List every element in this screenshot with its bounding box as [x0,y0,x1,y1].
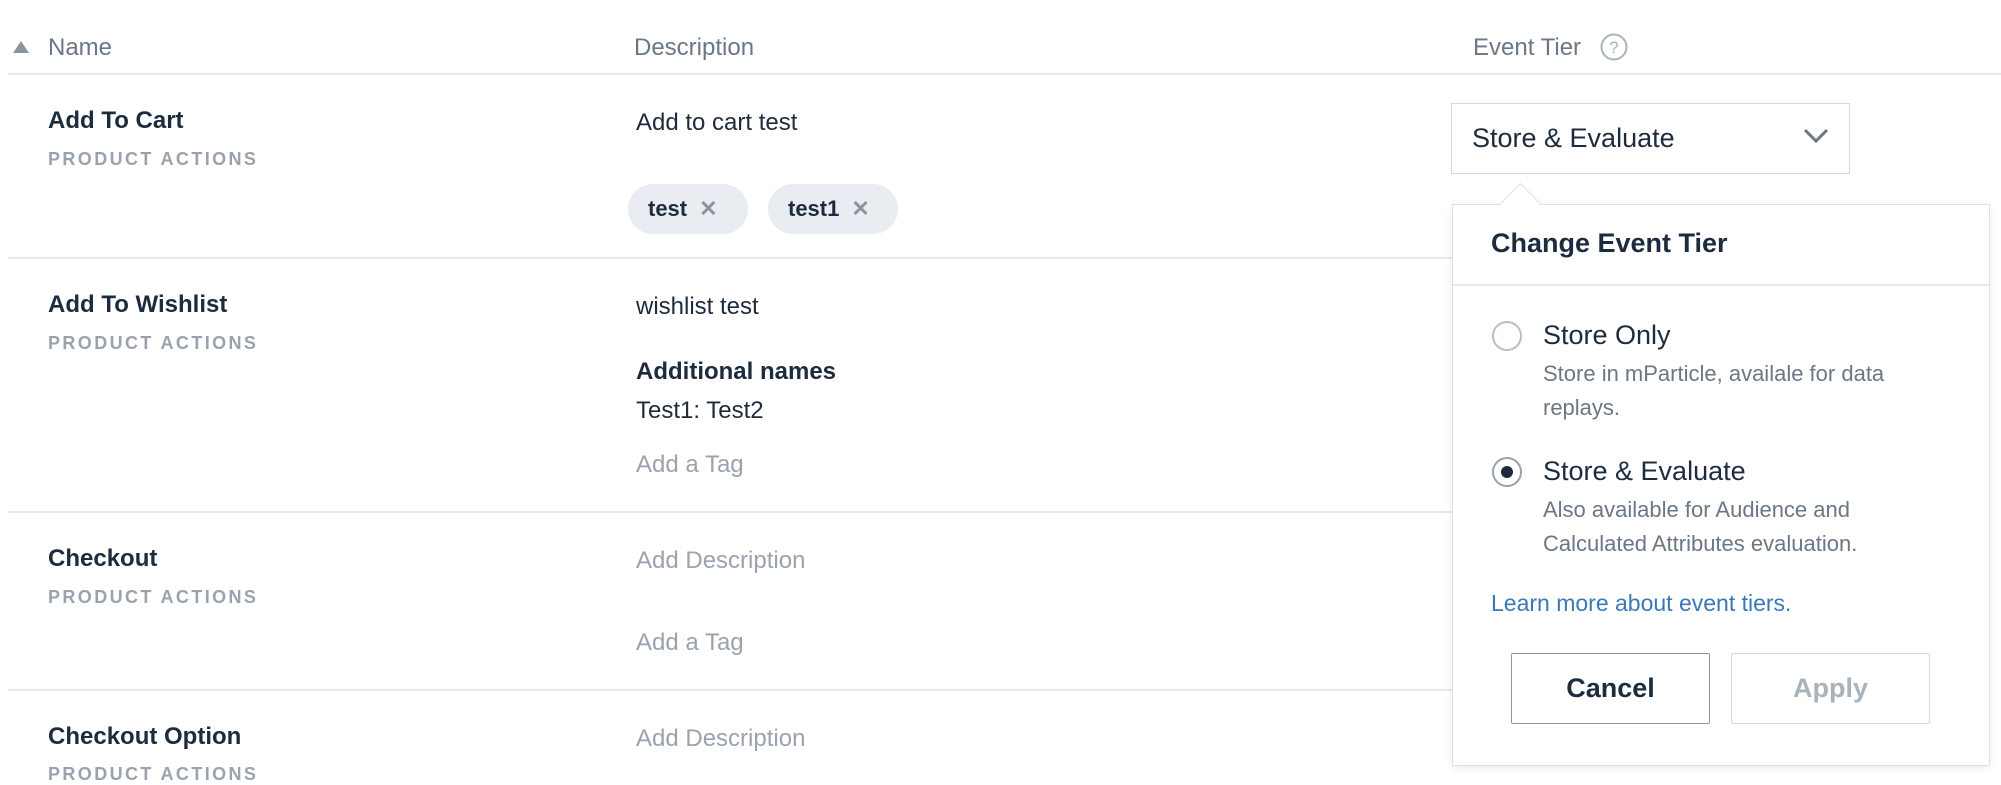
row-divider [8,511,1561,513]
option-label-store-only[interactable]: Store Only [1543,320,1671,351]
tag-label: test [648,196,688,221]
event-category: PRODUCT ACTIONS [48,764,259,784]
column-header-event-tier: Event Tier [1473,34,1582,61]
option-desc-line: Also available for Audience and [1543,497,1850,522]
column-header-description: Description [634,34,755,61]
column-header-name[interactable]: Name [48,34,112,62]
additional-names-value: Test1: Test2 [636,397,764,424]
option-desc-line: replays. [1543,395,1621,420]
help-circle-icon[interactable]: ? [1600,33,1628,66]
apply-button[interactable]: Apply [1731,653,1930,724]
event-category: PRODUCT ACTIONS [48,587,259,607]
event-name[interactable]: Add To Wishlist [48,291,227,319]
event-tier-select[interactable]: Store & Evaluate [1451,103,1850,174]
option-label-store-evaluate[interactable]: Store & Evaluate [1543,456,1746,487]
close-icon[interactable]: ✕ [851,196,869,222]
add-description-input[interactable]: Add Description [636,725,805,753]
add-description-input[interactable]: Add Description [636,547,805,575]
event-category: PRODUCT ACTIONS [48,149,259,169]
learn-more-link[interactable]: Learn more about event tiers. [1491,590,1791,617]
event-description[interactable]: Add to cart test [636,109,797,137]
header-divider [8,73,2001,75]
sort-up-icon[interactable] [13,40,29,58]
option-desc-store-evaluate: Also available for Audience and Calculat… [1543,493,1943,561]
chevron-down-icon [1803,128,1829,144]
additional-names-label: Additional names [636,358,837,385]
popover-title: Change Event Tier [1491,228,1728,258]
event-category: PRODUCT ACTIONS [48,333,259,353]
event-name[interactable]: Checkout [48,545,157,573]
row-divider [8,257,1561,259]
tag-chip: test1 ✕ [768,184,898,234]
option-desc-line: Calculated Attributes evaluation. [1543,531,1858,556]
event-tier-value: Store & Evaluate [1472,123,1675,153]
event-description[interactable]: wishlist test [636,293,759,321]
add-tag-input[interactable]: Add a Tag [636,451,744,479]
option-desc-store-only: Store in mParticle, availale for data re… [1543,357,1943,425]
radio-store-only[interactable] [1492,321,1522,351]
popover-divider [1453,284,1989,286]
svg-text:?: ? [1609,38,1618,57]
event-name[interactable]: Checkout Option [48,723,241,751]
tag-chip: test ✕ [628,184,748,234]
add-tag-input[interactable]: Add a Tag [636,629,744,657]
radio-store-evaluate[interactable] [1492,457,1522,487]
cancel-button[interactable]: Cancel [1511,653,1710,724]
tag-label: test1 [788,196,840,221]
event-name[interactable]: Add To Cart [48,107,184,135]
row-divider [8,689,1561,691]
option-desc-line: Store in mParticle, availale for data [1543,361,1885,386]
close-icon[interactable]: ✕ [699,196,717,222]
